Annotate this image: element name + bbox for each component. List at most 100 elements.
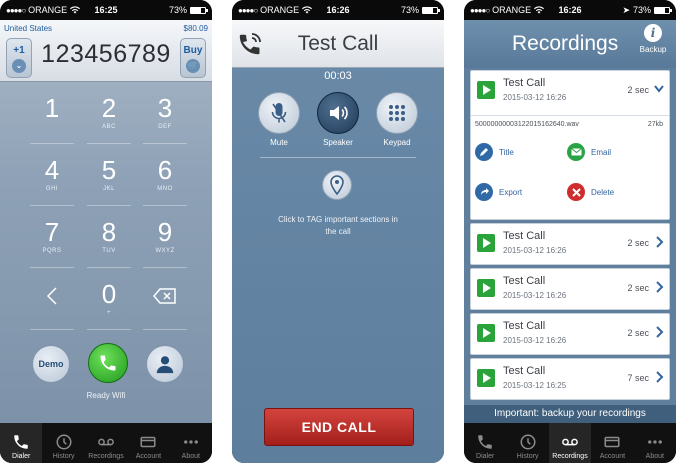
key-letters: ABC xyxy=(102,124,116,130)
speaker-label: Speaker xyxy=(323,138,353,147)
back-key[interactable] xyxy=(22,278,82,334)
mail-icon xyxy=(567,143,585,161)
dialer-body: United States $80.09 +1 ⌄ 123456789 Buy … xyxy=(0,20,212,423)
email-action[interactable]: Email xyxy=(567,143,611,161)
key-6[interactable]: 6 MNO xyxy=(135,154,195,210)
tab-label: Account xyxy=(135,453,162,460)
status-bar: ●●●●○ ORANGE 16:25 73% xyxy=(0,0,212,20)
keypad-button[interactable]: Keypad xyxy=(375,92,419,147)
chevron-right-icon[interactable] xyxy=(653,325,665,339)
carrier-label: ORANGE xyxy=(492,5,532,15)
tab-dialer[interactable]: Dialer xyxy=(0,423,43,463)
recording-item[interactable]: Test Call 2015-03-12 16:26 2 sec xyxy=(470,223,670,265)
keypad-icon xyxy=(389,105,405,121)
recording-name: Test Call xyxy=(503,365,546,377)
phone-icon xyxy=(14,435,28,449)
tab-history[interactable]: History xyxy=(506,423,548,463)
signal-icon: ●●●●○ xyxy=(238,5,258,15)
key-9[interactable]: 9 WXYZ xyxy=(135,216,195,272)
play-icon[interactable] xyxy=(477,81,495,99)
tab-about[interactable]: About xyxy=(170,423,212,463)
delete-key[interactable] xyxy=(135,278,195,334)
country-code-label: +1 xyxy=(13,45,25,56)
key-digit: 9 xyxy=(157,217,173,247)
end-call-button[interactable]: END CALL xyxy=(264,408,414,446)
recording-name: Test Call xyxy=(503,77,546,89)
key-4[interactable]: 4 GHI xyxy=(22,154,82,210)
backup-banner[interactable]: Important: backup your recordings xyxy=(464,405,676,423)
key-5[interactable]: 5 JKL xyxy=(79,154,139,210)
recording-item-expanded[interactable]: Test Call 2015-03-12 16:26 2 sec 5000000… xyxy=(470,70,670,220)
tab-label: Dialer xyxy=(476,453,495,460)
location-arrow-icon: ➤ xyxy=(622,4,630,15)
title-label: Title xyxy=(499,147,514,157)
key-7[interactable]: 7 PQRS xyxy=(22,216,82,272)
title-action[interactable]: Title xyxy=(475,143,514,161)
recording-duration: 2 sec xyxy=(627,283,649,293)
speaker-circle xyxy=(317,92,359,134)
recording-item[interactable]: Test Call 2015-03-12 16:26 2 sec xyxy=(470,268,670,310)
play-icon[interactable] xyxy=(477,369,495,387)
tab-recordings[interactable]: Recordings xyxy=(548,423,592,463)
play-icon[interactable] xyxy=(477,324,495,342)
play-icon[interactable] xyxy=(477,234,495,252)
recording-item[interactable]: Test Call 2015-03-12 16:25 7 sec xyxy=(470,358,670,400)
recording-date: 2015-03-12 16:26 xyxy=(503,246,567,255)
chevron-right-icon[interactable] xyxy=(653,235,665,249)
signal-icon: ●●●●○ xyxy=(6,5,26,15)
key-digit: 5 xyxy=(101,155,117,185)
recording-date: 2015-03-12 16:26 xyxy=(503,291,567,300)
play-icon[interactable] xyxy=(477,279,495,297)
key-2[interactable]: 2 ABC xyxy=(79,92,139,148)
key-0[interactable]: 0 + xyxy=(79,278,139,334)
delete-action[interactable]: Delete xyxy=(567,183,614,201)
tab-account[interactable]: Account xyxy=(127,423,169,463)
contacts-button[interactable] xyxy=(146,345,184,383)
buy-button[interactable]: Buy 🛒 xyxy=(180,38,206,78)
delete-label: Delete xyxy=(591,187,615,197)
connection-status: Ready Wifi xyxy=(86,391,126,400)
recording-duration: 2 sec xyxy=(627,238,649,248)
tab-dialer[interactable]: Dialer xyxy=(464,423,506,463)
voicemail-icon xyxy=(98,438,114,446)
country-code-button[interactable]: +1 ⌄ xyxy=(6,38,32,78)
person-icon xyxy=(156,356,174,374)
tab-about[interactable]: About xyxy=(634,423,676,463)
key-letters: GHI xyxy=(45,186,59,192)
tab-history[interactable]: History xyxy=(42,423,84,463)
recording-duration: 2 sec xyxy=(627,85,649,95)
key-8[interactable]: 8 TUV xyxy=(79,216,139,272)
tag-button[interactable] xyxy=(322,170,352,200)
tab-label: Account xyxy=(599,453,626,460)
key-1[interactable]: 1 xyxy=(22,92,82,148)
clock-icon xyxy=(56,434,72,450)
export-action[interactable]: Export xyxy=(475,183,522,201)
key-letters: DEF xyxy=(158,124,172,130)
recording-item[interactable]: Test Call 2015-03-12 16:26 2 sec xyxy=(470,313,670,355)
close-icon xyxy=(567,183,585,201)
email-label: Email xyxy=(591,147,612,157)
voicemail-icon xyxy=(562,438,578,446)
call-body: Test Call 00:03 Mute Speaker Keypad Clic… xyxy=(232,20,444,463)
mute-button[interactable]: Mute xyxy=(257,92,301,147)
mute-label: Mute xyxy=(270,138,288,147)
tab-label: Recordings xyxy=(88,453,124,460)
country-label[interactable]: United States xyxy=(4,24,52,33)
key-3[interactable]: 3 DEF xyxy=(135,92,195,148)
keypad-label: Keypad xyxy=(383,138,411,147)
more-icon xyxy=(183,440,198,444)
tab-label: History xyxy=(52,453,75,460)
chevron-down-icon[interactable] xyxy=(653,82,665,96)
tab-account[interactable]: Account xyxy=(591,423,633,463)
tab-recordings[interactable]: Recordings xyxy=(85,423,127,463)
demo-button[interactable]: Demo xyxy=(32,345,70,383)
recording-date: 2015-03-12 16:26 xyxy=(503,336,567,345)
call-button[interactable] xyxy=(88,343,128,383)
speaker-button[interactable]: Speaker xyxy=(316,92,360,147)
chevron-right-icon[interactable] xyxy=(653,370,665,384)
call-timer: 00:03 xyxy=(324,70,352,82)
call-header: Test Call xyxy=(232,20,444,68)
chevron-right-icon[interactable] xyxy=(653,280,665,294)
backup-button[interactable]: i Backup xyxy=(634,24,672,54)
divider xyxy=(471,115,669,116)
